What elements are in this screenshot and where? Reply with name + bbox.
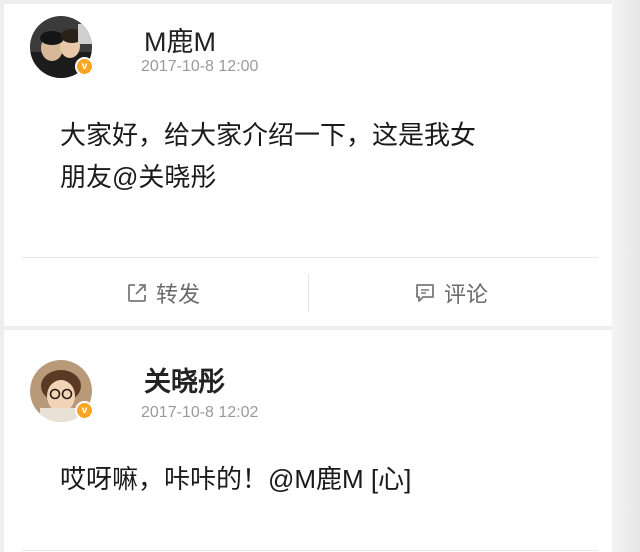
post-username[interactable]: M鹿M bbox=[144, 20, 216, 59]
action-divider bbox=[308, 274, 309, 312]
comment-button[interactable]: 评论 bbox=[414, 277, 488, 309]
avatar[interactable]: v bbox=[30, 360, 94, 422]
reply-username[interactable]: 关晓彤 bbox=[144, 360, 225, 399]
reply-content: 哎呀嘛，咔咔的！@M鹿M [心] bbox=[60, 464, 412, 494]
post-timestamp: 2017-10-8 12:00 bbox=[141, 58, 259, 75]
avatar[interactable]: v bbox=[30, 16, 94, 78]
verified-badge-icon: v bbox=[75, 57, 94, 76]
post-content: 大家好，给大家介绍一下，这是我女 朋友@关晓彤 bbox=[60, 114, 580, 198]
repost-label: 转发 bbox=[156, 282, 201, 307]
repost-button[interactable]: 转发 bbox=[126, 277, 200, 309]
post-card: v M鹿M 2017-10-8 12:00 大家好，给大家介绍一下，这是我女 朋… bbox=[4, 4, 612, 326]
verified-badge-icon: v bbox=[75, 401, 94, 420]
share-arrow-box-icon bbox=[128, 284, 146, 302]
divider bbox=[22, 257, 598, 258]
comment-label: 评论 bbox=[444, 282, 489, 307]
reply-card: v 关晓彤 2017-10-8 12:02 哎呀嘛，咔咔的！@M鹿M [心] bbox=[4, 330, 612, 552]
divider bbox=[22, 550, 598, 551]
post-content-line: 大家好，给大家介绍一下，这是我女 bbox=[60, 120, 477, 150]
background-strip bbox=[612, 0, 640, 552]
speech-bubble-icon bbox=[416, 284, 434, 302]
reply-timestamp: 2017-10-8 12:02 bbox=[141, 404, 259, 421]
post-content-line: 朋友@关晓彤 bbox=[60, 162, 217, 192]
